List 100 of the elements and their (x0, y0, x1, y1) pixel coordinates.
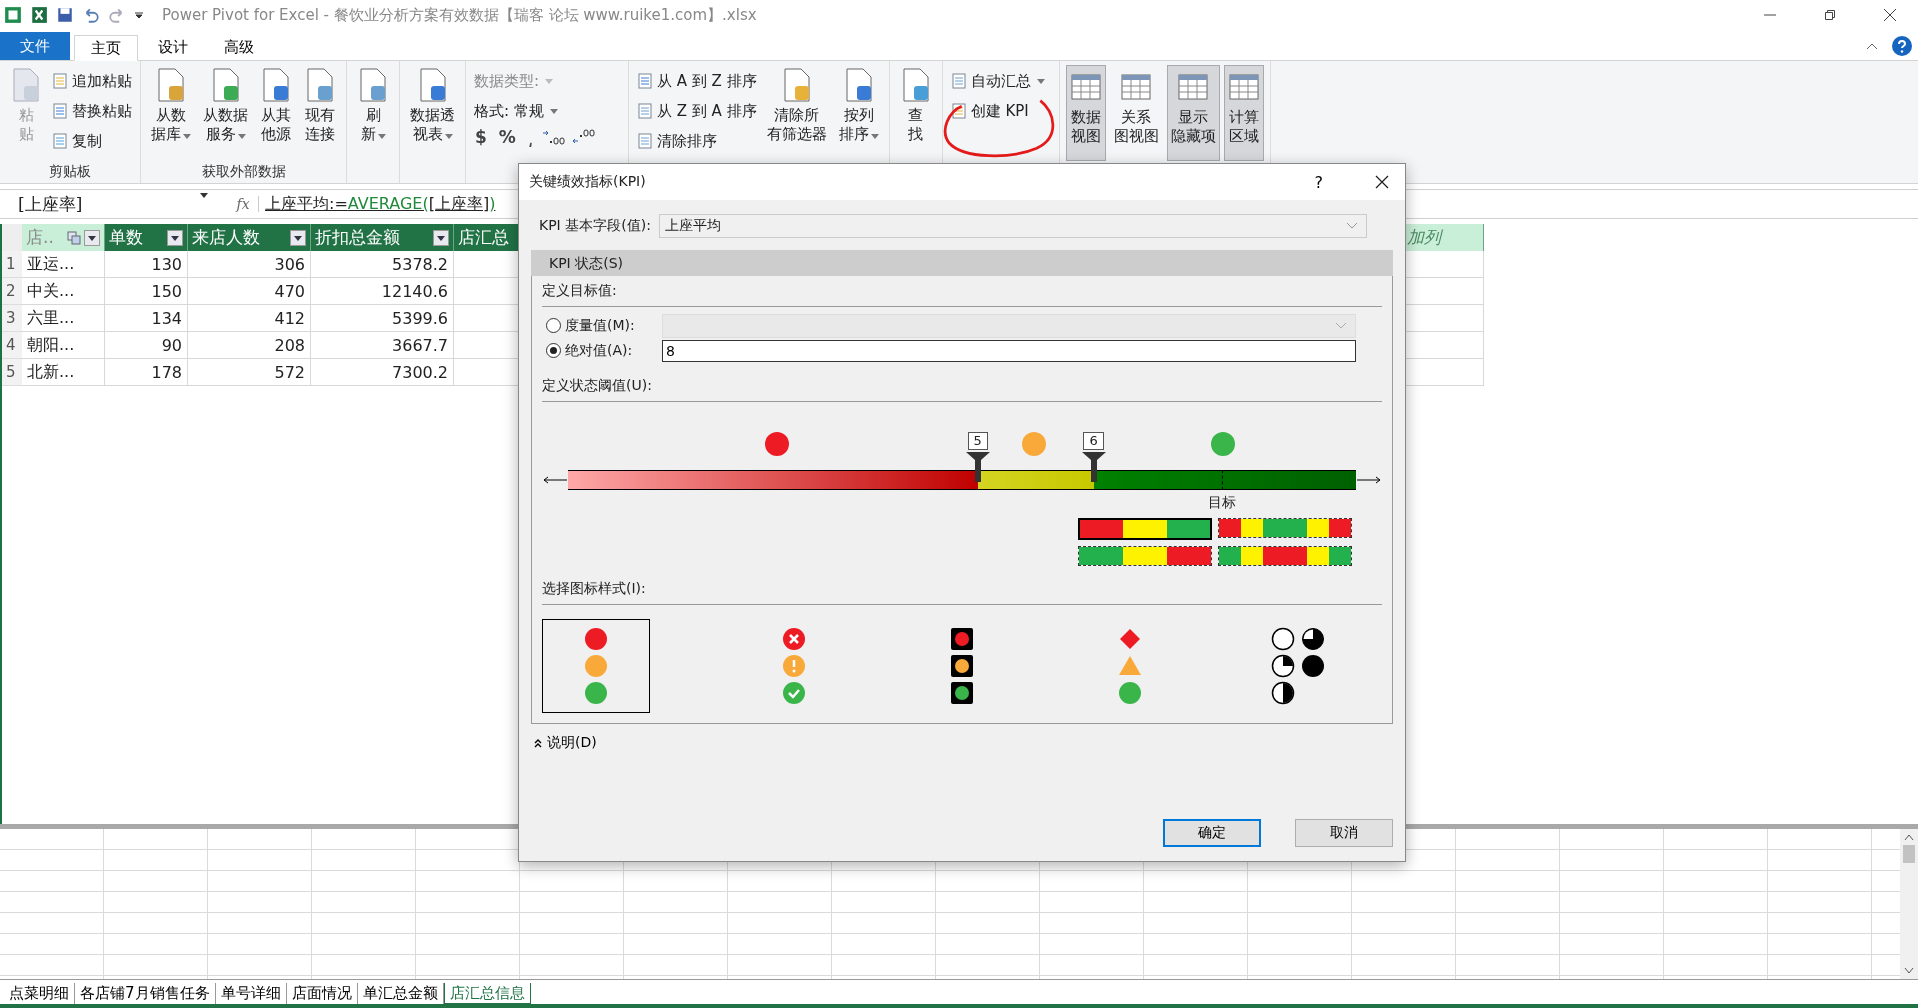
view-toggle-button[interactable]: 数据 视图 (1065, 65, 1106, 161)
filter-dropdown-icon[interactable] (167, 229, 183, 246)
sheet-tab[interactable]: 单号详细 (215, 983, 287, 1004)
ribbon-tab[interactable]: 高级 (208, 34, 270, 60)
list-icon (52, 103, 68, 119)
ribbon-tab[interactable]: 文件 (0, 32, 70, 60)
collapse-ribbon-icon[interactable] (1866, 42, 1878, 50)
input-field[interactable]: 8 (662, 339, 1356, 362)
sheet-tab[interactable]: 单汇总金额 (357, 983, 444, 1004)
caret-icon (183, 134, 191, 139)
sheet-tab[interactable]: 店面情况 (286, 983, 358, 1004)
ribbon-button[interactable]: 自动汇总 (948, 67, 1047, 95)
table-cell: 5378.2 (311, 251, 454, 278)
radio-button[interactable] (546, 318, 561, 333)
base-field-dropdown[interactable]: 上座平均 (658, 214, 1367, 238)
document-icon (304, 68, 336, 102)
color-band-option[interactable] (1078, 518, 1212, 540)
list-icon (637, 103, 653, 119)
ribbon-button[interactable]: 从其 他源 (256, 65, 296, 147)
close-icon[interactable] (1884, 9, 1896, 21)
excel-icon[interactable] (30, 6, 48, 24)
format-dropdown[interactable]: 格式: 常规 (472, 97, 622, 125)
ribbon-button[interactable]: 从 A 到 Z 排序 (635, 67, 759, 95)
table-cell: 90 (105, 332, 188, 359)
format-button[interactable]: ͵ (524, 127, 537, 147)
description-toggle[interactable]: 说明(D) (531, 734, 599, 752)
ribbon-tab[interactable]: 主页 (74, 35, 138, 61)
save-icon[interactable] (56, 6, 74, 24)
ribbon-button[interactable]: 按列 排序 (834, 65, 883, 147)
filter-dropdown-icon[interactable] (84, 229, 100, 246)
scrollbar-thumb[interactable] (1903, 845, 1915, 863)
ribbon-tab[interactable]: 设计 (142, 34, 204, 60)
table-cell: 5399.6 (311, 305, 454, 332)
color-band-option[interactable] (1218, 518, 1352, 538)
sheet-tab[interactable]: 各店铺7月销售任务 (75, 983, 216, 1004)
ribbon-button[interactable]: 清除排序 (635, 127, 759, 155)
chevron-down-icon (1335, 321, 1347, 330)
ribbon-button[interactable]: 从 Z 到 A 排序 (635, 97, 759, 125)
insert-function-button[interactable]: fx (228, 196, 259, 212)
restore-icon[interactable] (1824, 9, 1836, 21)
close-icon[interactable] (1375, 175, 1389, 189)
threshold-slider[interactable]: 5 6 (568, 432, 1356, 490)
table-cell: 572 (188, 359, 311, 386)
scroll-up-icon[interactable] (1904, 833, 1914, 841)
dialog-title: 关键绩效指标(KPI) (529, 173, 646, 191)
ribbon-button[interactable]: 现有 连接 (300, 65, 340, 147)
sheet-tab[interactable]: 点菜明细 (4, 983, 75, 1004)
decrease-decimal-icon[interactable] (572, 129, 597, 145)
sheet-tab[interactable]: 店汇总信息 (443, 983, 531, 1004)
field-label: KPI 基本字段(值): (539, 217, 651, 235)
ribbon-button[interactable]: 查 找 (895, 65, 936, 147)
view-toggle-button[interactable]: 显示 隐藏项 (1166, 65, 1220, 161)
filter-dropdown-icon[interactable] (290, 229, 306, 246)
icon-style-option[interactable] (542, 619, 650, 713)
section-heading: 定义状态阈值(U): (542, 377, 1382, 402)
filter-dropdown-icon[interactable] (433, 229, 449, 246)
table-cell: 3667.7 (311, 332, 454, 359)
radio-button[interactable] (546, 343, 561, 358)
ribbon-button[interactable]: 数据透 视表 (406, 65, 459, 147)
ribbon-button[interactable]: 从数 据库 (147, 65, 195, 147)
ribbon-button[interactable]: 追加粘贴 (50, 67, 134, 95)
group-label: 获取外部数据 (200, 163, 287, 181)
cancel-button[interactable]: 取消 (1295, 819, 1393, 847)
column-header[interactable]: 来店人数 (188, 224, 311, 251)
customize-icon[interactable] (134, 10, 144, 20)
column-header[interactable]: 单数 (105, 224, 188, 251)
caret-icon (200, 192, 208, 198)
view-toggle-button[interactable]: 计算 区域 (1223, 65, 1264, 161)
table-cell: 7300.2 (311, 359, 454, 386)
vertical-scrollbar[interactable] (1900, 829, 1918, 979)
table-cell: 亚运... (22, 251, 105, 278)
document-icon (155, 68, 187, 102)
formula-field[interactable]: 上座平均:=AVERAGE([上座率]) (259, 193, 496, 215)
format-button[interactable]: % (495, 127, 519, 147)
format-button[interactable]: $ (472, 127, 490, 147)
name-box[interactable]: [上座率] (0, 192, 220, 216)
view-toggle-button[interactable]: 关系 图视图 (1109, 65, 1163, 161)
ribbon-button[interactable]: 复制 (50, 127, 134, 155)
ribbon-button[interactable]: 从数据 服务 (199, 65, 252, 147)
ribbon-button[interactable]: 刷 新 (353, 65, 393, 147)
table-cell: 412 (188, 305, 311, 332)
color-band-option[interactable] (1078, 546, 1212, 566)
ok-button[interactable]: 确定 (1163, 819, 1261, 847)
ribbon-button[interactable]: 替换粘贴 (50, 97, 134, 125)
help-icon[interactable] (1892, 36, 1912, 56)
table-cell: 中关... (22, 278, 105, 305)
ribbon-button[interactable]: 创建 KPI (948, 97, 1047, 125)
increase-decimal-icon[interactable] (542, 129, 567, 145)
chevron-up-icon (533, 738, 543, 748)
color-band-option[interactable] (1218, 546, 1352, 566)
table-cell: 150 (105, 278, 188, 305)
ribbon-button[interactable]: 清除所 有筛选器 (762, 65, 831, 147)
radio-option[interactable]: 度量值(M): (542, 316, 652, 335)
column-header[interactable]: 折扣总金额 (311, 224, 454, 251)
list-icon (637, 73, 653, 89)
radio-option[interactable]: 绝对值(A): (542, 341, 652, 360)
table-cell: 134 (105, 305, 188, 332)
table-cell: 130 (105, 251, 188, 278)
help-button[interactable]: ? (1308, 171, 1329, 193)
scroll-down-icon[interactable] (1904, 967, 1914, 975)
